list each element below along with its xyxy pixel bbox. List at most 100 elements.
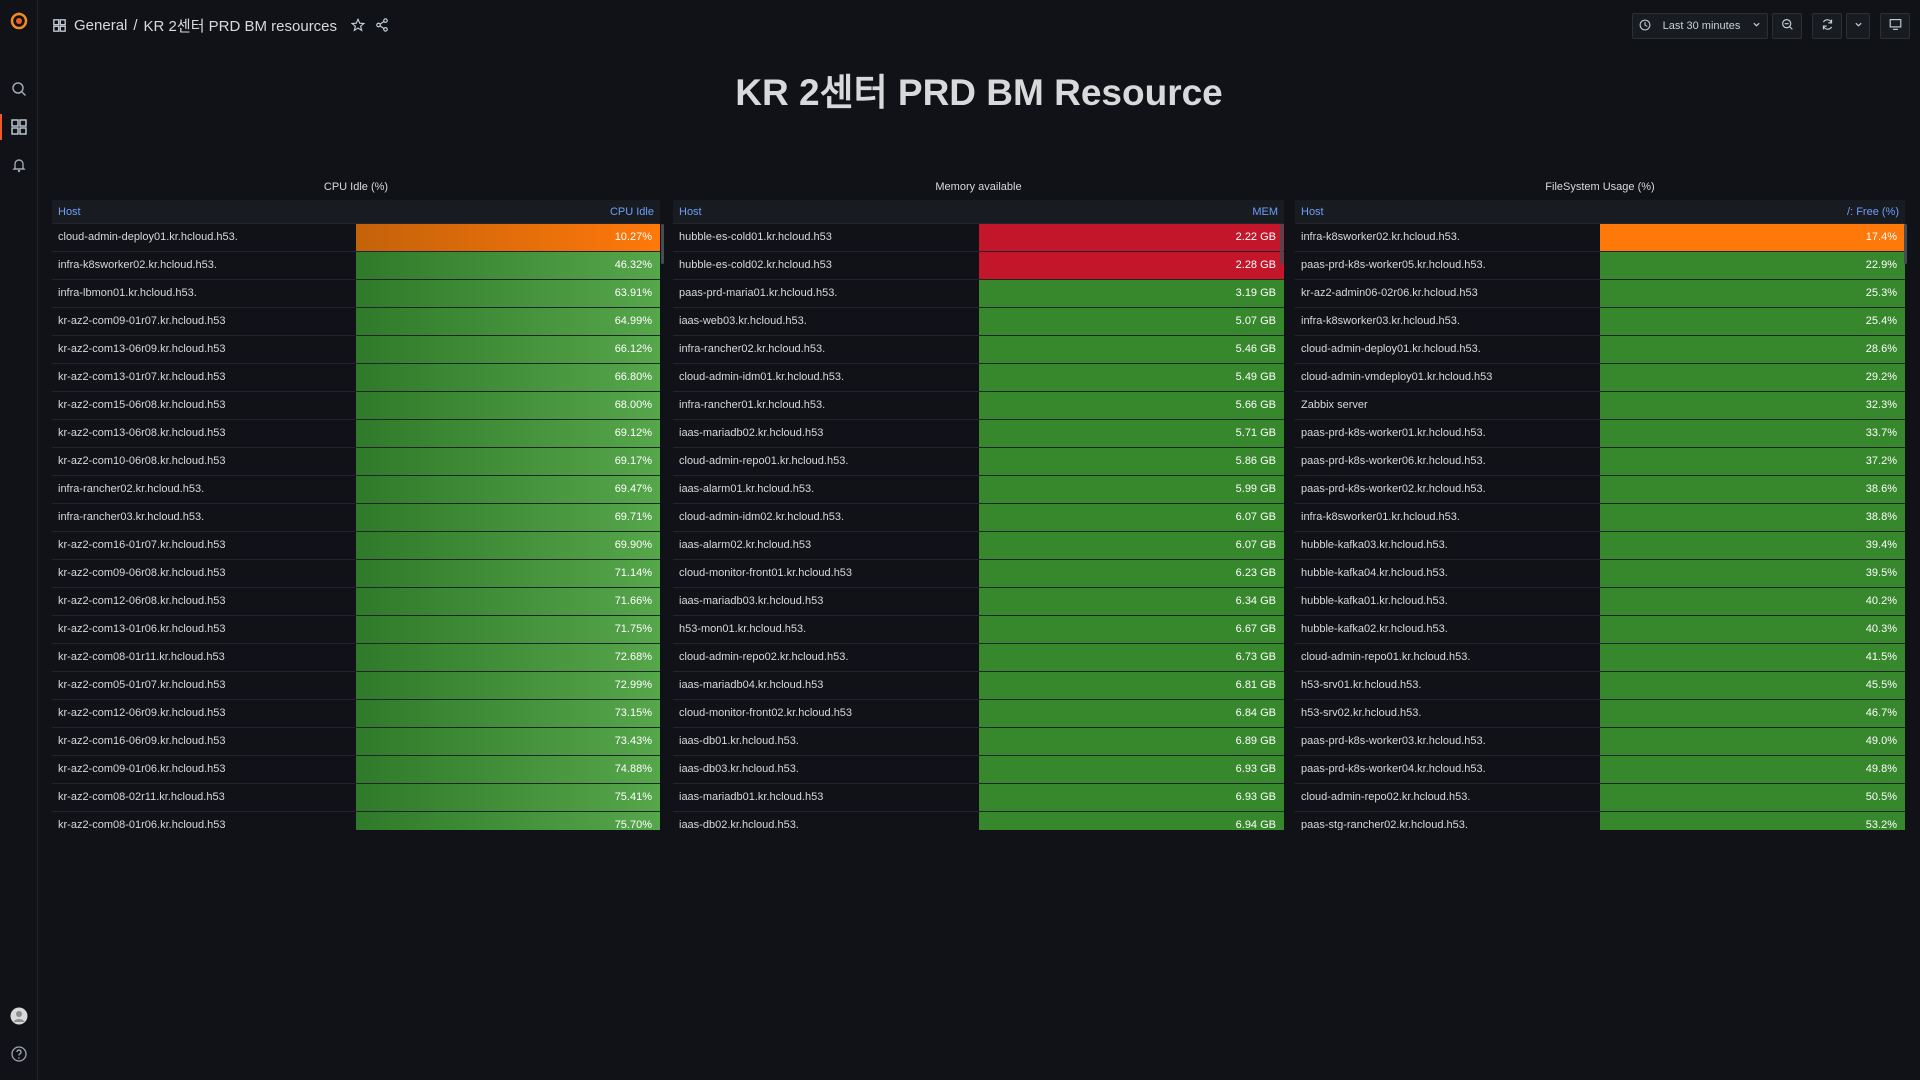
breadcrumb-separator: / xyxy=(133,16,138,34)
share-icon[interactable] xyxy=(373,16,391,34)
breadcrumb-dashboard-title[interactable]: KR 2센터 PRD BM resources xyxy=(144,15,337,36)
table-row: infra-k8sworker02.kr.hcloud.h53. 17.4% xyxy=(1295,224,1905,252)
table-row: iaas-db01.kr.hcloud.h53. 6.89 GB xyxy=(673,728,1284,756)
panel-title[interactable]: CPU Idle (%) xyxy=(52,176,660,198)
clock-icon xyxy=(1639,19,1651,34)
value-cell: 69.17% xyxy=(356,448,660,475)
host-cell: kr-az2-com05-01r07.kr.hcloud.h53 xyxy=(58,679,226,691)
column-header-value[interactable]: /: Free (%) xyxy=(1600,200,1905,223)
table-row: Zabbix server 32.3% xyxy=(1295,392,1905,420)
memory-panel-scrollbar[interactable] xyxy=(1280,224,1283,264)
help-icon[interactable] xyxy=(0,1035,38,1073)
dashboard-grid-icon xyxy=(50,16,68,34)
value-cell: 69.12% xyxy=(356,420,660,447)
table-row: infra-rancher02.kr.hcloud.h53. 69.47% xyxy=(52,476,660,504)
value-cell: 17.4% xyxy=(1600,224,1905,251)
breadcrumb-folder-link[interactable]: General xyxy=(74,17,127,34)
host-cell: iaas-db03.kr.hcloud.h53. xyxy=(679,763,799,775)
value-cell: 6.84 GB xyxy=(978,700,1284,727)
host-cell: h53-mon01.kr.hcloud.h53. xyxy=(679,623,807,635)
table-row: iaas-mariadb04.kr.hcloud.h53 6.81 GB xyxy=(673,672,1284,700)
table-row: infra-k8sworker03.kr.hcloud.h53. 25.4% xyxy=(1295,308,1905,336)
value-cell: 75.41% xyxy=(356,784,660,811)
value-cell: 66.80% xyxy=(356,364,660,391)
star-icon[interactable] xyxy=(349,16,367,34)
value-cell: 3.19 GB xyxy=(978,280,1284,307)
column-header-host[interactable]: Host xyxy=(673,200,979,223)
value-cell: 68.00% xyxy=(356,392,660,419)
host-cell: paas-prd-k8s-worker06.kr.hcloud.h53. xyxy=(1301,455,1486,467)
value-cell: 63.91% xyxy=(356,280,660,307)
host-cell: kr-az2-com13-01r06.kr.hcloud.h53 xyxy=(58,623,226,635)
host-cell: infra-k8sworker03.kr.hcloud.h53. xyxy=(1301,315,1460,327)
host-cell: cloud-admin-deploy01.kr.hcloud.h53. xyxy=(58,231,238,243)
table-row: paas-prd-k8s-worker06.kr.hcloud.h53. 37.2… xyxy=(1295,448,1905,476)
value-cell: 22.9% xyxy=(1600,252,1905,279)
zoom-out-button[interactable] xyxy=(1772,13,1802,39)
breadcrumb: General / KR 2센터 PRD BM resources xyxy=(50,15,391,36)
table-row: hubble-es-cold01.kr.hcloud.h53 2.22 GB xyxy=(673,224,1284,252)
table-row: cloud-monitor-front01.kr.hcloud.h53 6.23 … xyxy=(673,560,1284,588)
refresh-interval-dropdown[interactable] xyxy=(1846,13,1870,39)
value-cell: 38.8% xyxy=(1600,504,1905,531)
refresh-icon xyxy=(1821,18,1834,34)
user-avatar-icon[interactable] xyxy=(0,997,38,1035)
value-cell: 39.4% xyxy=(1600,532,1905,559)
host-cell: cloud-admin-repo02.kr.hcloud.h53. xyxy=(679,651,849,663)
value-cell: 5.46 GB xyxy=(978,336,1284,363)
value-cell: 72.68% xyxy=(356,644,660,671)
value-cell: 2.22 GB xyxy=(978,224,1284,251)
value-cell: 71.66% xyxy=(356,588,660,615)
panel-title[interactable]: Memory available xyxy=(673,176,1284,198)
value-cell: 28.6% xyxy=(1600,336,1905,363)
value-cell: 6.94 GB xyxy=(978,812,1284,830)
value-cell: 29.2% xyxy=(1600,364,1905,391)
tv-mode-button[interactable] xyxy=(1880,13,1910,39)
table-row: hubble-kafka04.kr.hcloud.h53. 39.5% xyxy=(1295,560,1905,588)
alerting-bell-icon[interactable] xyxy=(0,146,38,184)
host-cell: hubble-kafka02.kr.hcloud.h53. xyxy=(1301,623,1448,635)
table-row: kr-az2-com12-06r09.kr.hcloud.h53 73.15% xyxy=(52,700,660,728)
value-cell: 50.5% xyxy=(1600,784,1905,811)
host-cell: hubble-kafka04.kr.hcloud.h53. xyxy=(1301,567,1448,579)
grafana-logo-icon[interactable] xyxy=(0,2,38,40)
table-row: iaas-mariadb03.kr.hcloud.h53 6.34 GB xyxy=(673,588,1284,616)
table-row: paas-prd-k8s-worker03.kr.hcloud.h53. 49.0… xyxy=(1295,728,1905,756)
table-row: kr-az2-com09-06r08.kr.hcloud.h53 71.14% xyxy=(52,560,660,588)
table-row: paas-prd-k8s-worker04.kr.hcloud.h53. 49.8… xyxy=(1295,756,1905,784)
host-cell: infra-rancher02.kr.hcloud.h53. xyxy=(58,483,205,495)
time-picker-button[interactable]: Last 30 minutes xyxy=(1632,13,1768,39)
cpu-panel-scrollbar[interactable] xyxy=(661,224,664,264)
host-cell: kr-az2-com08-01r11.kr.hcloud.h53 xyxy=(58,651,225,663)
table-row: cloud-admin-vmdeploy01.kr.hcloud.h53 29.2… xyxy=(1295,364,1905,392)
refresh-button[interactable] xyxy=(1812,13,1842,39)
dashboards-icon[interactable] xyxy=(0,108,38,146)
value-cell: 32.3% xyxy=(1600,392,1905,419)
panel-title[interactable]: FileSystem Usage (%) xyxy=(1295,176,1905,198)
table-row: kr-az2-com15-06r08.kr.hcloud.h53 68.00% xyxy=(52,392,660,420)
value-cell: 64.99% xyxy=(356,308,660,335)
table-body: infra-k8sworker02.kr.hcloud.h53. 17.4% paa… xyxy=(1295,224,1905,830)
value-cell: 5.86 GB xyxy=(978,448,1284,475)
column-header-host[interactable]: Host xyxy=(52,200,356,223)
search-icon[interactable] xyxy=(0,70,38,108)
value-cell: 45.5% xyxy=(1600,672,1905,699)
table-row: kr-az2-com05-01r07.kr.hcloud.h53 72.99% xyxy=(52,672,660,700)
table-row: hubble-kafka02.kr.hcloud.h53. 40.3% xyxy=(1295,616,1905,644)
dashboard-text-title: KR 2센터 PRD BM Resource xyxy=(735,72,1223,113)
table-row: cloud-admin-deploy01.kr.hcloud.h53. 10.27… xyxy=(52,224,660,252)
value-cell: 71.14% xyxy=(356,560,660,587)
column-header-value[interactable]: MEM xyxy=(979,200,1285,223)
host-cell: kr-az2-com16-06r09.kr.hcloud.h53 xyxy=(58,735,226,747)
value-cell: 71.75% xyxy=(356,616,660,643)
table-row: paas-prd-k8s-worker02.kr.hcloud.h53. 38.6… xyxy=(1295,476,1905,504)
filesystem-panel-scrollbar[interactable] xyxy=(1904,224,1907,264)
host-cell: paas-prd-k8s-worker01.kr.hcloud.h53. xyxy=(1301,427,1486,439)
host-cell: kr-az2-com15-06r08.kr.hcloud.h53 xyxy=(58,399,226,411)
value-cell: 38.6% xyxy=(1600,476,1905,503)
table-row: h53-srv01.kr.hcloud.h53. 45.5% xyxy=(1295,672,1905,700)
column-header-host[interactable]: Host xyxy=(1295,200,1600,223)
chevron-down-icon xyxy=(1854,20,1863,32)
host-cell: hubble-kafka03.kr.hcloud.h53. xyxy=(1301,539,1448,551)
column-header-value[interactable]: CPU Idle xyxy=(356,200,660,223)
